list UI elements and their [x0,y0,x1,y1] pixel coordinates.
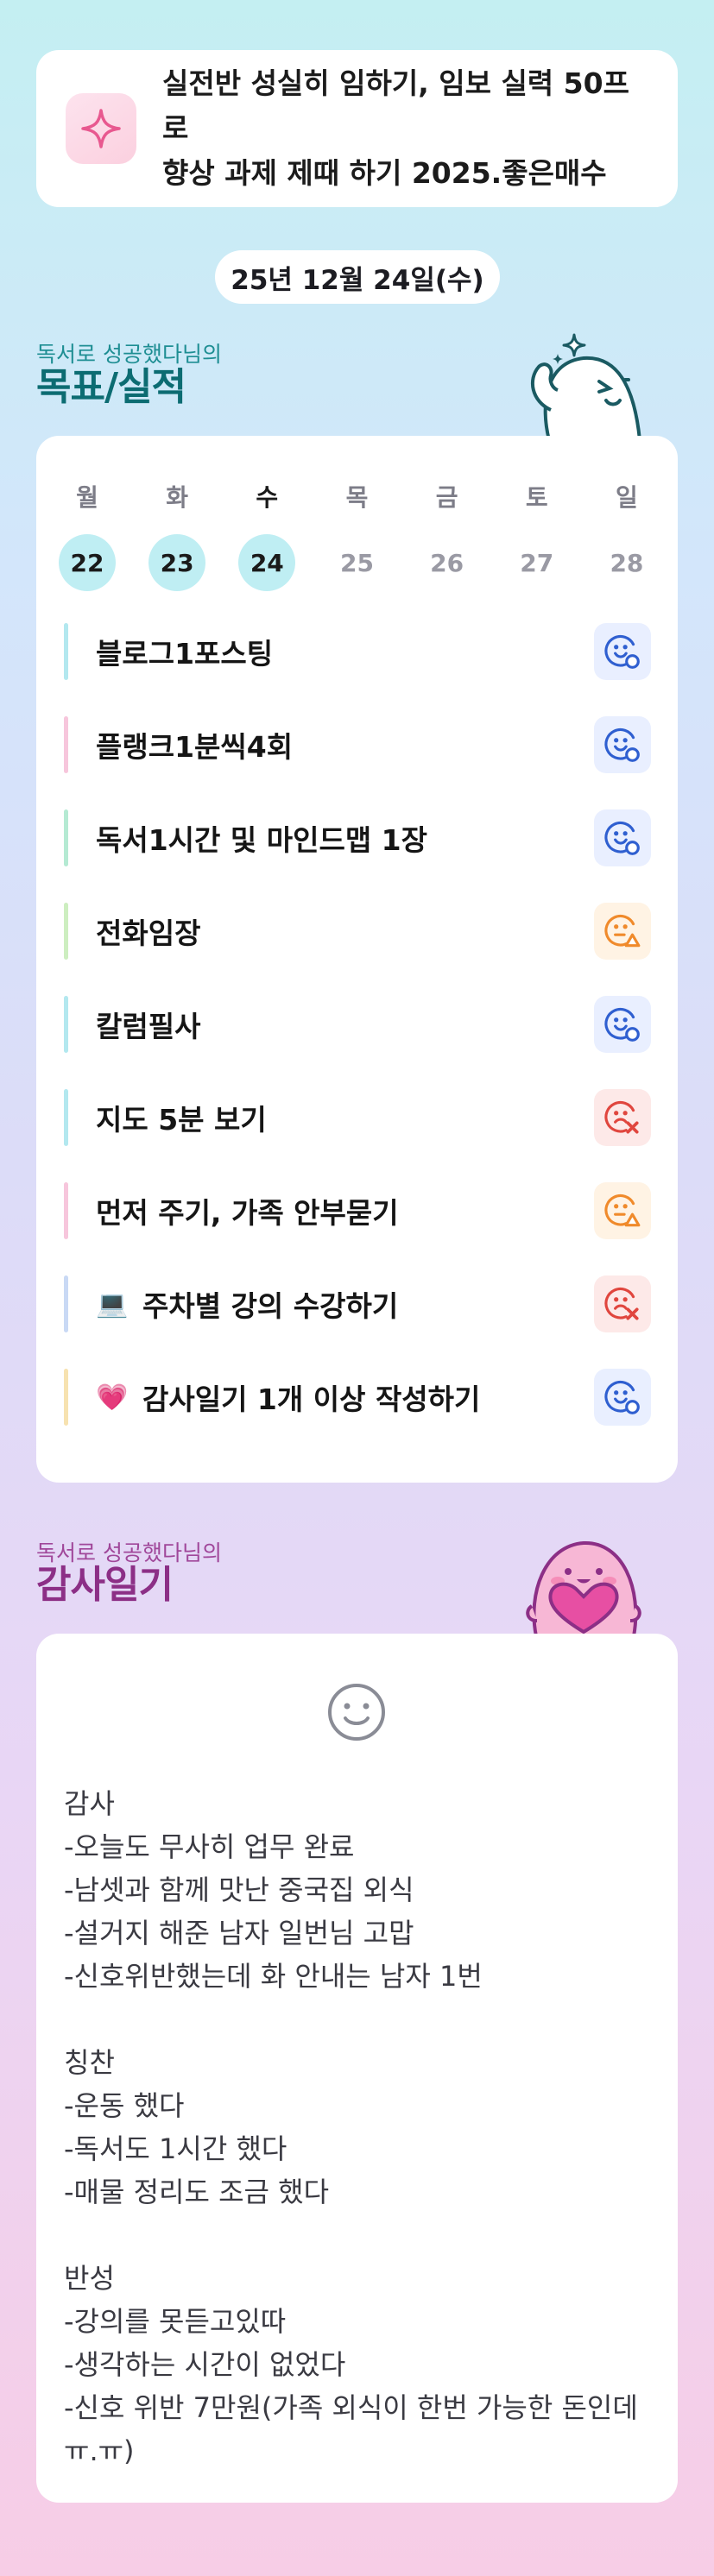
task-label: 플랭크1분씩4회 [96,730,294,764]
smile-check-icon[interactable] [594,809,651,866]
task-color-bar [64,903,68,960]
week-calendar: 월 22 화 23 수 24 목 25 금 26 토 27 일 28 [54,479,660,591]
task-color-bar [64,1369,68,1426]
task-emoji-icon: 💗 [96,1382,129,1413]
smile-check-icon[interactable] [594,716,651,773]
day-number: 28 [610,548,644,577]
task-color-bar [64,623,68,680]
task-label: 독서1시간 및 마인드맵 1장 [96,823,427,857]
day-name: 일 [616,483,638,512]
task-row[interactable]: 먼저 주기, 가족 안부묻기 [64,1182,651,1239]
task-row[interactable]: 💻 주차별 강의 수강하기 [64,1275,651,1332]
heart-mascot-icon [526,1540,641,1636]
day-22[interactable]: 월 22 [54,479,121,591]
day-number: 24 [238,534,296,591]
task-color-bar [64,716,68,773]
task-label: 감사일기 1개 이상 작성하기 [142,1382,481,1416]
date-selector[interactable]: 25년 12월 24일(수) [215,250,500,304]
day-number: 22 [59,534,116,591]
day-27[interactable]: 토 27 [503,479,571,591]
smile-check-icon[interactable] [594,1369,651,1426]
task-color-bar [64,1089,68,1146]
plan-card: 월 22 화 23 수 24 목 25 금 26 토 27 일 28 블로그1포스팅플랭크1분씩4회독서1… [36,436,678,1483]
goal-card[interactable]: 실전반 성실히 임하기, 임보 실력 50프로 향상 과제 제때 하기 2025… [36,50,678,207]
day-name: 토 [525,483,548,512]
goal-line-1: 실전반 성실히 임하기, 임보 실력 50프로 [162,66,629,145]
waving-mascot-icon [530,333,642,440]
diary-section-title: 감사일기 [36,1563,174,1607]
day-name: 수 [256,483,279,512]
sad-x-icon[interactable] [594,1275,651,1332]
day-number: 27 [520,548,554,577]
day-name: 월 [76,483,98,512]
day-26[interactable]: 금 26 [414,479,481,591]
day-23[interactable]: 화 23 [143,479,211,591]
diary-text: 감사 -오늘도 무사히 업무 완료 -남셋과 함께 맛난 중국집 외식 -설거지… [64,1787,638,2467]
task-label: 먼저 주기, 가족 안부묻기 [96,1196,399,1230]
sparkle-icon [66,93,136,164]
task-color-bar [64,809,68,866]
day-number: 23 [148,534,206,591]
sad-x-icon[interactable] [594,1089,651,1146]
day-name: 화 [166,483,189,512]
task-row[interactable]: 독서1시간 및 마인드맵 1장 [64,809,651,866]
smile-face-icon[interactable] [326,1682,387,1742]
task-row[interactable]: 플랭크1분씩4회 [64,716,651,773]
task-label: 지도 5분 보기 [96,1103,267,1137]
task-color-bar [64,1275,68,1332]
smile-check-icon[interactable] [594,996,651,1053]
task-row[interactable]: 블로그1포스팅 [64,623,651,680]
task-label: 주차별 강의 수강하기 [142,1289,399,1323]
task-emoji-icon: 💻 [96,1288,129,1319]
task-label: 칼럼필사 [96,1010,201,1043]
neutral-triangle-icon[interactable] [594,1182,651,1239]
neutral-triangle-icon[interactable] [594,903,651,960]
task-label: 전화임장 [96,916,201,950]
task-row[interactable]: 💗 감사일기 1개 이상 작성하기 [64,1369,651,1426]
day-number: 25 [339,548,374,577]
goal-line-2: 향상 과제 제때 하기 2025.좋은매수 [162,156,607,190]
day-25[interactable]: 목 25 [323,479,390,591]
day-24[interactable]: 수 24 [233,479,300,591]
task-row[interactable]: 지도 5분 보기 [64,1089,651,1146]
task-color-bar [64,1182,68,1239]
smile-check-icon[interactable] [594,623,651,680]
day-number: 26 [430,548,464,577]
plan-section-title: 목표/실적 [36,365,186,409]
goal-text: 실전반 성실히 임하기, 임보 실력 50프로 향상 과제 제때 하기 2025… [162,61,647,196]
day-28[interactable]: 일 28 [593,479,660,591]
day-name: 금 [435,483,458,512]
task-row[interactable]: 전화임장 [64,903,651,960]
task-color-bar [64,996,68,1053]
diary-card: 감사 -오늘도 무사히 업무 완료 -남셋과 함께 맛난 중국집 외식 -설거지… [36,1634,678,2503]
day-name: 목 [345,483,369,512]
task-label: 블로그1포스팅 [96,637,274,671]
task-row[interactable]: 칼럼필사 [64,996,651,1053]
